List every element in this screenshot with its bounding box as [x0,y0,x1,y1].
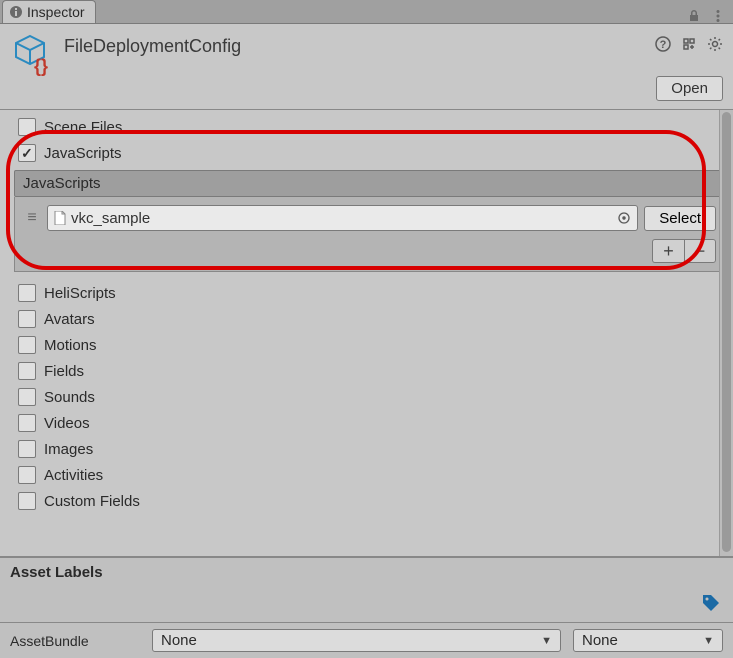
tag-icon[interactable] [701,593,721,616]
asset-bundle-variant-dropdown[interactable]: None ▼ [573,629,723,652]
help-icon[interactable]: ? [655,36,671,52]
menu-icon[interactable] [711,9,725,23]
chevron-down-icon: ▼ [541,635,552,647]
select-button[interactable]: Select [644,206,716,231]
javascripts-checkbox[interactable] [18,144,36,162]
info-icon [9,5,23,19]
drag-handle-icon[interactable]: ≡ [23,209,41,227]
gear-icon[interactable] [707,36,723,52]
lock-icon[interactable] [687,9,701,23]
vertical-scrollbar[interactable] [719,110,733,556]
asset-labels-title: Asset Labels [10,564,103,581]
add-item-button[interactable]: + [652,239,684,263]
asset-bundle-label: AssetBundle [10,633,140,649]
fields-label: Fields [44,363,84,380]
object-field-input[interactable] [71,210,612,227]
asset-header: {} FileDeploymentConfig ? [0,24,733,76]
preset-icon[interactable] [681,36,697,52]
sounds-checkbox[interactable] [18,388,36,406]
heliscripts-label: HeliScripts [44,285,116,302]
videos-checkbox[interactable] [18,414,36,432]
asset-bundle-dropdown[interactable]: None ▼ [152,629,561,652]
inspector-tab[interactable]: Inspector [2,0,96,23]
document-icon [54,211,66,225]
videos-label: Videos [44,415,90,432]
asset-bundle-variant-value: None [582,632,618,649]
motions-checkbox[interactable] [18,336,36,354]
motions-label: Motions [44,337,97,354]
activities-checkbox[interactable] [18,466,36,484]
object-field[interactable] [47,205,638,231]
images-checkbox[interactable] [18,440,36,458]
inspector-tab-label: Inspector [27,4,85,20]
sounds-label: Sounds [44,389,95,406]
asset-name: FileDeploymentConfig [64,32,655,57]
javascripts-list-panel: JavaScripts ≡ Select [14,170,725,272]
object-picker-icon[interactable] [617,211,631,225]
asset-bundle-value: None [161,632,197,649]
svg-text:{}: {} [34,56,48,76]
heliscripts-checkbox[interactable] [18,284,36,302]
custom-fields-checkbox[interactable] [18,492,36,510]
images-label: Images [44,441,93,458]
chevron-down-icon: ▼ [703,635,714,647]
list-item: ≡ Select [23,205,716,231]
avatars-label: Avatars [44,311,95,328]
scriptable-object-icon: {} [10,32,50,72]
activities-label: Activities [44,467,103,484]
custom-fields-label: Custom Fields [44,493,140,510]
tab-bar: Inspector [0,0,733,24]
footer: Asset Labels AssetBundle None ▼ None ▼ [0,556,733,658]
scene-files-label: Scene Files [44,119,122,136]
javascripts-label: JavaScripts [44,145,122,162]
svg-text:?: ? [660,39,667,51]
scene-files-checkbox[interactable] [18,118,36,136]
avatars-checkbox[interactable] [18,310,36,328]
remove-item-button[interactable]: − [684,239,716,263]
javascripts-list-header: JavaScripts [14,170,725,197]
properties-panel: Scene Files JavaScripts JavaScripts ≡ [0,110,733,556]
fields-checkbox[interactable] [18,362,36,380]
open-button[interactable]: Open [656,76,723,101]
